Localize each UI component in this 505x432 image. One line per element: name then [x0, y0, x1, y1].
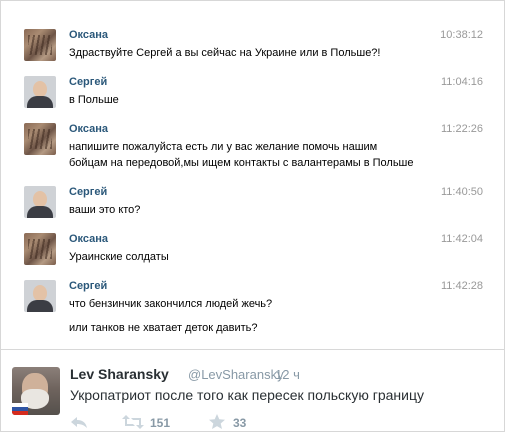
message-time: 11:04:16	[440, 76, 483, 88]
avatar[interactable]	[24, 280, 56, 312]
message-text: или танков не хватает деток давить?	[69, 322, 258, 334]
reply-icon	[71, 417, 87, 428]
message-text: напишите пожалуйста есть ли у вас желани…	[69, 141, 378, 153]
message-text: ваши это кто?	[69, 204, 141, 216]
avatar[interactable]	[24, 233, 56, 265]
tweet-text: Укропатриот после того как пересек польс…	[70, 387, 424, 403]
chat-log: Оксана 10:38:12 Здраствуйте Сергей а вы …	[1, 1, 505, 349]
star-icon	[209, 414, 225, 429]
message-text: что бензинчик закончился людей жечь?	[69, 298, 273, 310]
avatar[interactable]	[24, 76, 56, 108]
message-text: Здраствуйте Сергей а вы сейчас на Украин…	[69, 47, 381, 59]
message-text: Ураинские солдаты	[69, 251, 169, 263]
message-text: бойцам на передовой,мы ищем контакты с в…	[69, 157, 414, 169]
message-text: в Польше	[69, 94, 119, 106]
sender-name[interactable]: Сергей	[69, 186, 107, 198]
retweet-icon	[122, 415, 144, 429]
message-time: 11:42:04	[440, 233, 483, 245]
favorite-count: 33	[233, 416, 247, 430]
tweet-separator: ·	[266, 367, 271, 382]
message-time: 11:22:26	[440, 123, 483, 135]
sender-name[interactable]: Оксана	[69, 123, 108, 135]
message-time: 11:40:50	[440, 186, 483, 198]
sender-name[interactable]: Оксана	[69, 29, 108, 41]
tweet-avatar[interactable]	[12, 367, 60, 415]
tweet-timestamp[interactable]: 12 ч	[275, 367, 300, 382]
sender-name[interactable]: Сергей	[69, 280, 107, 292]
message-time: 10:38:12	[440, 29, 483, 41]
reply-button[interactable]	[70, 414, 88, 432]
tweet-author-name[interactable]: Lev Sharansky	[70, 366, 169, 382]
screenshot-frame: Оксана 10:38:12 Здраствуйте Сергей а вы …	[0, 0, 505, 432]
tweet: Lev Sharansky @LevSharansky · 12 ч Укроп…	[1, 350, 505, 432]
sender-name[interactable]: Сергей	[69, 76, 107, 88]
avatar[interactable]	[24, 29, 56, 61]
sender-name[interactable]: Оксана	[69, 233, 108, 245]
avatar[interactable]	[24, 123, 56, 155]
message-time: 11:42:28	[440, 280, 483, 292]
retweet-count: 151	[150, 416, 171, 430]
retweet-button[interactable]	[122, 414, 144, 432]
avatar[interactable]	[24, 186, 56, 218]
favorite-button[interactable]	[208, 414, 226, 432]
